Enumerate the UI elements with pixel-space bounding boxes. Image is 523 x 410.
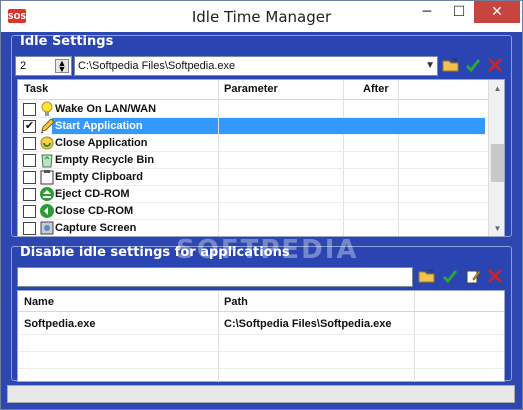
main-window: SOS Idle Time Manager ─ ☐ ✕ Idle Setting…: [0, 0, 523, 410]
chevron-down-icon[interactable]: ▼: [425, 60, 435, 71]
application-path-combo[interactable]: C:\Softpedia Files\Softpedia.exe ▼: [74, 56, 438, 76]
status-bar: [7, 385, 515, 403]
delete-icon[interactable]: [486, 56, 504, 74]
idle-minutes-spinner[interactable]: 2 ▲ ▼: [15, 56, 72, 76]
pencil-icon: [40, 118, 55, 134]
open-folder-icon[interactable]: [442, 56, 460, 74]
close-cdrom-icon: [40, 204, 54, 218]
task-checkbox[interactable]: [23, 205, 36, 218]
check-icon[interactable]: [464, 56, 482, 74]
scroll-up-icon[interactable]: ▲: [489, 80, 504, 97]
selection-highlight: [219, 118, 485, 134]
column-header-parameter[interactable]: Parameter: [224, 83, 278, 95]
task-checkbox[interactable]: [23, 154, 36, 167]
app-path-cell[interactable]: C:\Softpedia Files\Softpedia.exe: [224, 318, 391, 330]
application-input[interactable]: [17, 267, 413, 287]
tasks-scrollbar[interactable]: ▲ ▼: [488, 80, 504, 236]
recycle-bin-icon: [41, 154, 53, 168]
task-checkbox[interactable]: [23, 171, 36, 184]
task-row[interactable]: Eject CD-ROM: [18, 186, 488, 203]
delete-icon[interactable]: [486, 267, 504, 285]
clipboard-icon: [40, 170, 54, 185]
application-path-value: C:\Softpedia Files\Softpedia.exe: [78, 60, 236, 72]
header-divider: [18, 311, 504, 312]
task-label: Capture Screen: [55, 222, 137, 234]
task-checkbox[interactable]: [23, 222, 36, 235]
camera-icon: [40, 221, 54, 235]
column-header-task[interactable]: Task: [24, 83, 48, 95]
idle-settings-title: Idle Settings: [20, 34, 114, 49]
open-folder-icon[interactable]: [418, 267, 436, 285]
task-label: Empty Recycle Bin: [55, 154, 155, 166]
task-label: Start Application: [55, 120, 143, 132]
task-row[interactable]: ✔ Start Application: [18, 118, 488, 135]
task-row[interactable]: Close CD-ROM: [18, 203, 488, 220]
minimize-button[interactable]: ─: [410, 1, 444, 23]
check-icon[interactable]: [441, 267, 459, 285]
edit-icon[interactable]: [464, 267, 482, 285]
column-header-path[interactable]: Path: [224, 296, 248, 308]
scroll-down-icon[interactable]: ▼: [489, 220, 504, 236]
task-checkbox[interactable]: [23, 188, 36, 201]
maximize-button[interactable]: ☐: [442, 1, 476, 23]
spinner-value: 2: [20, 60, 27, 72]
row-divider: [18, 351, 504, 352]
column-header-after[interactable]: After: [363, 83, 389, 95]
close-button[interactable]: ✕: [474, 1, 520, 23]
column-header-name[interactable]: Name: [24, 296, 54, 308]
eject-icon: [40, 187, 54, 201]
title-bar[interactable]: SOS Idle Time Manager ─ ☐ ✕: [1, 1, 522, 32]
row-divider: [18, 368, 504, 369]
watermark: SOFTPEDIA: [176, 235, 359, 265]
task-checkbox[interactable]: ✔: [23, 120, 36, 133]
app-name-cell[interactable]: Softpedia.exe: [24, 318, 96, 330]
close-app-icon: [40, 136, 54, 150]
task-label: Close Application: [55, 137, 148, 149]
task-label: Empty Clipboard: [55, 171, 144, 183]
scrollbar-thumb[interactable]: [491, 144, 504, 182]
task-checkbox[interactable]: [23, 103, 36, 116]
task-row[interactable]: Empty Recycle Bin: [18, 152, 488, 169]
task-label: Close CD-ROM: [55, 205, 134, 217]
tasks-table-header: Task Parameter After: [18, 80, 488, 100]
task-row[interactable]: Wake On LAN/WAN: [18, 101, 488, 118]
task-label: Wake On LAN/WAN: [55, 103, 157, 115]
task-label: Eject CD-ROM: [55, 188, 130, 200]
lightbulb-icon: [41, 101, 53, 116]
task-row[interactable]: Empty Clipboard: [18, 169, 488, 186]
tasks-table: Task Parameter After Wake On LAN/WAN ✔ S…: [17, 79, 505, 237]
excluded-apps-table: Name Path Softpedia.exe C:\Softpedia Fil…: [17, 290, 505, 382]
task-row[interactable]: Close Application: [18, 135, 488, 152]
row-divider: [18, 334, 504, 335]
spinner-arrows-icon[interactable]: ▲ ▼: [55, 59, 69, 74]
task-checkbox[interactable]: [23, 137, 36, 150]
